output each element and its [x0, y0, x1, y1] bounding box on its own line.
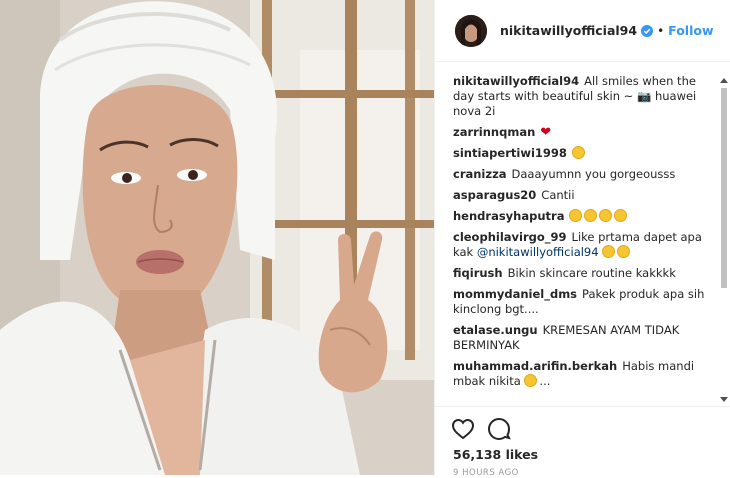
- face-emoji-icon: [584, 209, 598, 222]
- comment-item: mommydaniel_dms Pakek produk apa sih kinc…: [453, 287, 715, 317]
- comment-item: sintiapertiwi1998: [453, 146, 715, 161]
- heart-eyes-emoji-icon: [571, 146, 585, 159]
- red-heart-emoji-icon: ❤: [540, 125, 552, 140]
- post-photo[interactable]: [0, 0, 434, 475]
- comment-username[interactable]: fiqirush: [453, 266, 503, 280]
- comment-item: zarrinnqman ❤: [453, 125, 715, 140]
- smile-emoji-icon: [524, 374, 538, 387]
- comment-item: asparagus20 Cantii: [453, 188, 715, 203]
- likes-count[interactable]: 56,138 likes: [453, 447, 538, 462]
- comment-username[interactable]: cranizza: [453, 167, 507, 181]
- caption: nikitawillyofficial94 All smiles when the…: [453, 74, 715, 119]
- post-sidebar: nikitawillyofficial94 • Follow nikitawil…: [434, 0, 730, 478]
- comment-text: Bikin skincare routine kakkkk: [507, 266, 676, 280]
- face-emoji-icon: [569, 209, 583, 222]
- comment-item: etalase.ungu KREMESAN AYAM TIDAK BERMINYA…: [453, 323, 715, 353]
- scroll-down-arrow-icon[interactable]: [720, 397, 728, 402]
- separator-dot: •: [657, 23, 665, 38]
- comments-scrollbar[interactable]: [718, 74, 730, 406]
- face-emoji-icon: [599, 209, 613, 222]
- post-actions: 56,138 likes 9 HOURS AGO: [435, 406, 730, 478]
- comments-list[interactable]: nikitawillyofficial94 All smiles when the…: [453, 74, 715, 406]
- comment-username[interactable]: muhammad.arifin.berkah: [453, 359, 617, 373]
- comment-item: cranizza Daaayumnn you gorgeousss: [453, 167, 715, 182]
- follow-button[interactable]: Follow: [668, 23, 713, 38]
- face-emoji-icon: [617, 245, 631, 258]
- comment-item: hendrasyhaputra: [453, 209, 715, 224]
- comment-text: Daaayumnn you gorgeousss: [511, 167, 676, 181]
- comment-username[interactable]: nikitawillyofficial94: [453, 74, 579, 88]
- comment-username[interactable]: cleophilavirgo_99: [453, 230, 567, 244]
- comment-username[interactable]: zarrinnqman: [453, 125, 535, 139]
- verified-badge-icon: [641, 24, 654, 37]
- comment-mention[interactable]: @nikitawillyofficial94: [477, 245, 599, 259]
- post-timestamp[interactable]: 9 HOURS AGO: [453, 468, 519, 478]
- comment-item: cleophilavirgo_99 Like prtama dapet apa k…: [453, 230, 715, 260]
- comment-username[interactable]: hendrasyhaputra: [453, 209, 564, 223]
- scroll-up-arrow-icon[interactable]: [720, 78, 728, 83]
- comment-item: muhammad.arifin.berkah Habis mandi mbak n…: [453, 359, 715, 389]
- comment-username[interactable]: etalase.ungu: [453, 323, 538, 337]
- comment-username[interactable]: asparagus20: [453, 188, 536, 202]
- face-emoji-icon: [602, 245, 616, 258]
- face-emoji-icon: [614, 209, 628, 222]
- heart-icon[interactable]: [451, 417, 475, 441]
- comment-text: Cantii: [541, 188, 575, 202]
- post-header: nikitawillyofficial94 • Follow: [435, 0, 730, 62]
- scrollbar-thumb[interactable]: [721, 88, 727, 288]
- comment-suffix: ...: [539, 374, 551, 388]
- post-author-username[interactable]: nikitawillyofficial94: [500, 23, 637, 38]
- avatar[interactable]: [455, 14, 487, 47]
- comment-username[interactable]: mommydaniel_dms: [453, 287, 577, 301]
- comment-username[interactable]: sintiapertiwi1998: [453, 146, 567, 160]
- comment-icon[interactable]: [487, 417, 511, 441]
- post-image: [0, 0, 434, 475]
- comment-item: fiqirush Bikin skincare routine kakkkk: [453, 266, 715, 281]
